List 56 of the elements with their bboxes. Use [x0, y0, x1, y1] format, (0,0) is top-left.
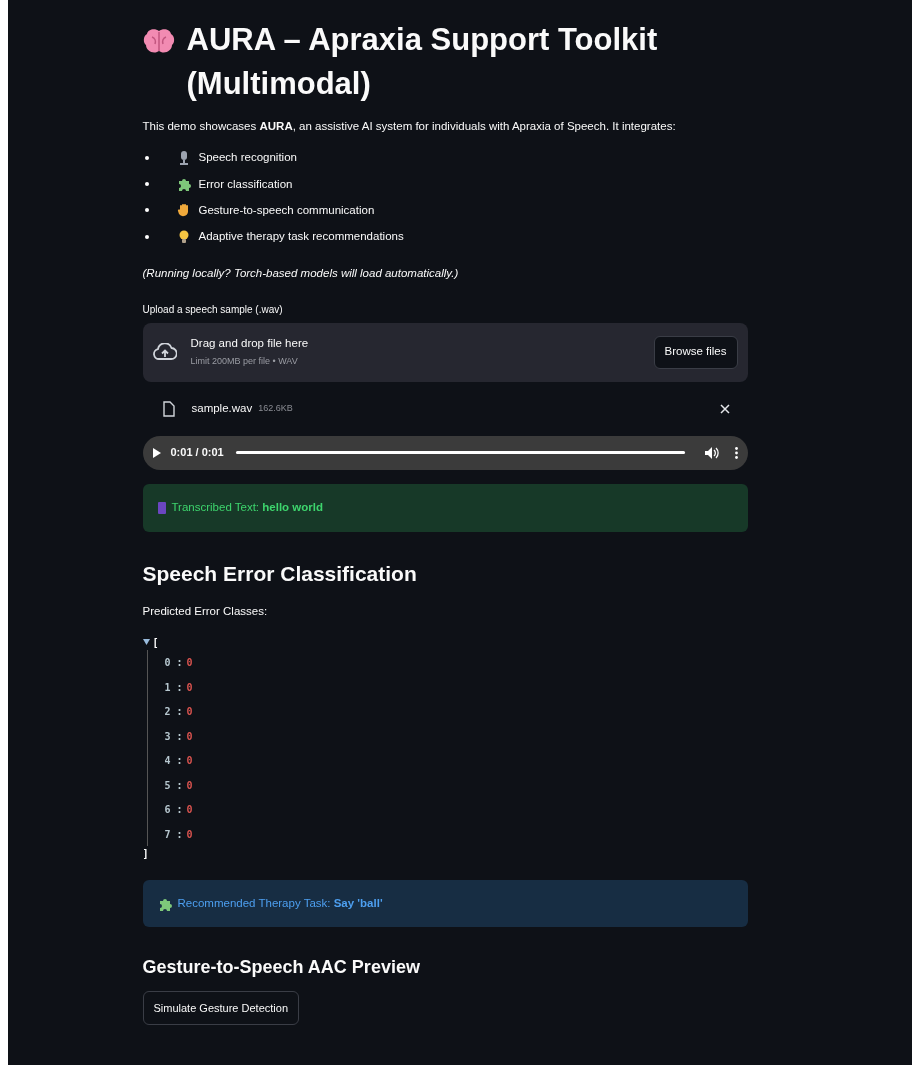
file-icon: [162, 400, 175, 417]
bullet: [144, 155, 149, 160]
feature-item: Speech recognition: [198, 150, 297, 166]
puzzle-piece-icon: [176, 177, 191, 192]
transcribed-text: Transcribed Text: hello world: [171, 499, 323, 515]
predicted-label: Predicted Error Classes:: [142, 604, 269, 619]
light-bulb-icon: [178, 229, 189, 244]
close-icon[interactable]: [719, 403, 730, 414]
hand-icon: [176, 203, 191, 218]
file-size: 162.6KB: [258, 401, 293, 415]
json-value: 0: [186, 680, 193, 695]
file-dropzone[interactable]: Drag and drop file here Limit 200MB per file • WAV Browse files: [142, 322, 748, 382]
file-limit: Limit 200MB per file • WAV: [190, 355, 299, 369]
therapy-task-text: Recommended Therapy Task: Say 'ball': [177, 896, 383, 912]
json-value: 0: [186, 827, 193, 842]
simulate-gesture-button[interactable]: Simulate Gesture Detection: [142, 991, 299, 1026]
json-bracket: [: [152, 635, 159, 650]
cloud-upload-icon: [152, 343, 177, 361]
puzzle-piece-icon: [157, 896, 172, 911]
upload-label: Upload a speech sample (.wav): [142, 302, 284, 317]
book-icon: [157, 501, 166, 514]
json-value: 0: [186, 656, 193, 670]
page-title: AURA – Apraxia Support Toolkit (Multimodal): [186, 21, 659, 103]
browse-files-button[interactable]: Browse files: [653, 335, 738, 369]
json-key: 7 :: [164, 826, 183, 842]
json-value: 0: [186, 729, 193, 744]
expand-down-icon[interactable]: [142, 639, 150, 646]
json-key: 5 :: [164, 777, 183, 793]
bullet: [144, 234, 149, 239]
json-value: 0: [186, 778, 193, 793]
note-text: (Running locally? Torch-based models will load automatically.): [142, 266, 460, 282]
json-key: 3 :: [164, 728, 183, 744]
json-value: 0: [186, 754, 193, 768]
json-bracket: ]: [142, 847, 150, 861]
json-key: 1 :: [164, 679, 183, 695]
play-icon[interactable]: [152, 447, 161, 458]
file-name: sample.wav: [191, 400, 253, 416]
json-key: 0 :: [164, 655, 183, 670]
intro-text: This demo showcases AURA, an assistive AI system for individuals with Apraxia of Speech. It integrates:: [142, 119, 677, 134]
bullet: [144, 182, 149, 187]
json-value: 0: [186, 705, 193, 719]
section-heading: Gesture-to-Speech AAC Preview: [142, 956, 421, 980]
json-value: 0: [186, 803, 193, 817]
volume-icon[interactable]: [704, 446, 719, 459]
json-key: 4 :: [164, 753, 183, 768]
microphone-icon: [178, 150, 189, 165]
bullet: [144, 208, 149, 213]
dropzone-text: Drag and drop file here: [190, 336, 309, 352]
feature-item: Gesture-to-speech communication: [198, 202, 375, 218]
section-heading: Speech Error Classification: [142, 560, 418, 587]
json-key: 6 :: [164, 802, 183, 817]
feature-item: Error classification: [198, 176, 293, 192]
playback-time: 0:01 / 0:01: [170, 445, 224, 461]
feature-item: Adaptive therapy task recommendations: [198, 229, 404, 244]
json-key: 2 :: [164, 704, 183, 719]
more-options-icon[interactable]: [734, 446, 738, 459]
